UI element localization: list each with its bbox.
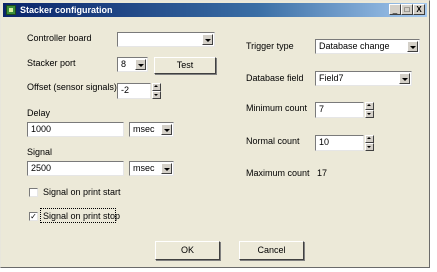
window-title: Stacker configuration <box>20 5 113 15</box>
signal-on-print-stop-checkbox[interactable]: ✓ <box>29 212 38 221</box>
minimum-count-spinner[interactable] <box>365 102 374 118</box>
delay-unit-value: msec <box>133 124 155 134</box>
signal-on-print-start-label[interactable]: Signal on print start <box>43 187 121 198</box>
offset-spinner[interactable] <box>152 83 161 99</box>
normal-count-input[interactable]: 10 <box>315 135 364 151</box>
normal-count-spinner[interactable] <box>365 135 374 151</box>
delay-label: Delay <box>27 108 51 118</box>
chevron-down-icon[interactable] <box>407 41 418 52</box>
delay-unit-dropdown[interactable]: msec <box>129 122 174 137</box>
controller-board-dropdown[interactable] <box>117 32 215 47</box>
spin-down-icon[interactable] <box>365 110 374 118</box>
maximize-button[interactable]: □ <box>401 4 413 15</box>
checkmark-icon: ✓ <box>30 212 37 221</box>
signal-input[interactable]: 2500 <box>27 161 124 176</box>
test-button[interactable]: Test <box>154 57 216 74</box>
signal-unit-value: msec <box>133 163 155 173</box>
offset-label: Offset (sensor signals) <box>27 82 117 92</box>
database-field-label: Database field <box>246 73 304 83</box>
chevron-down-icon[interactable] <box>399 73 410 84</box>
trigger-type-label: Trigger type <box>246 41 294 51</box>
trigger-type-dropdown[interactable]: Database change <box>315 39 420 54</box>
spin-up-icon[interactable] <box>365 102 374 110</box>
chevron-down-icon[interactable] <box>161 124 172 135</box>
minimum-count-label: Minimum count <box>246 103 308 113</box>
chevron-down-icon[interactable] <box>135 59 146 70</box>
stacker-configuration-dialog: Stacker configuration _ □ X Controller b… <box>0 0 430 268</box>
database-field-value: Field7 <box>319 73 344 83</box>
stacker-port-value: 8 <box>121 59 127 69</box>
stacker-port-label: Stacker port <box>27 58 76 68</box>
signal-label: Signal <box>27 147 53 157</box>
normal-count-label: Normal count <box>246 136 300 146</box>
controller-board-label: Controller board <box>27 33 92 43</box>
trigger-type-value: Database change <box>319 41 390 51</box>
spin-up-icon[interactable] <box>365 135 374 143</box>
maximum-count-value: 17 <box>317 168 328 178</box>
app-icon <box>6 5 16 15</box>
spin-down-icon[interactable] <box>152 91 161 99</box>
chevron-down-icon[interactable] <box>202 34 213 45</box>
offset-input[interactable]: -2 <box>117 83 151 99</box>
spin-down-icon[interactable] <box>365 143 374 151</box>
ok-button[interactable]: OK <box>155 241 220 260</box>
signal-on-print-start-checkbox[interactable] <box>29 188 38 197</box>
cancel-button[interactable]: Cancel <box>239 241 304 260</box>
delay-input[interactable]: 1000 <box>27 122 124 137</box>
title-bar[interactable]: Stacker configuration _ □ X <box>3 3 427 17</box>
database-field-dropdown[interactable]: Field7 <box>315 71 412 86</box>
maximum-count-label: Maximum count <box>246 168 310 178</box>
minimize-button[interactable]: _ <box>389 4 401 15</box>
minimum-count-input[interactable]: 7 <box>315 102 364 118</box>
close-button[interactable]: X <box>413 4 425 15</box>
chevron-down-icon[interactable] <box>161 163 172 174</box>
spin-up-icon[interactable] <box>152 83 161 91</box>
stacker-port-dropdown[interactable]: 8 <box>117 57 148 72</box>
signal-on-print-stop-label[interactable]: Signal on print stop <box>43 211 120 222</box>
signal-unit-dropdown[interactable]: msec <box>129 161 174 176</box>
